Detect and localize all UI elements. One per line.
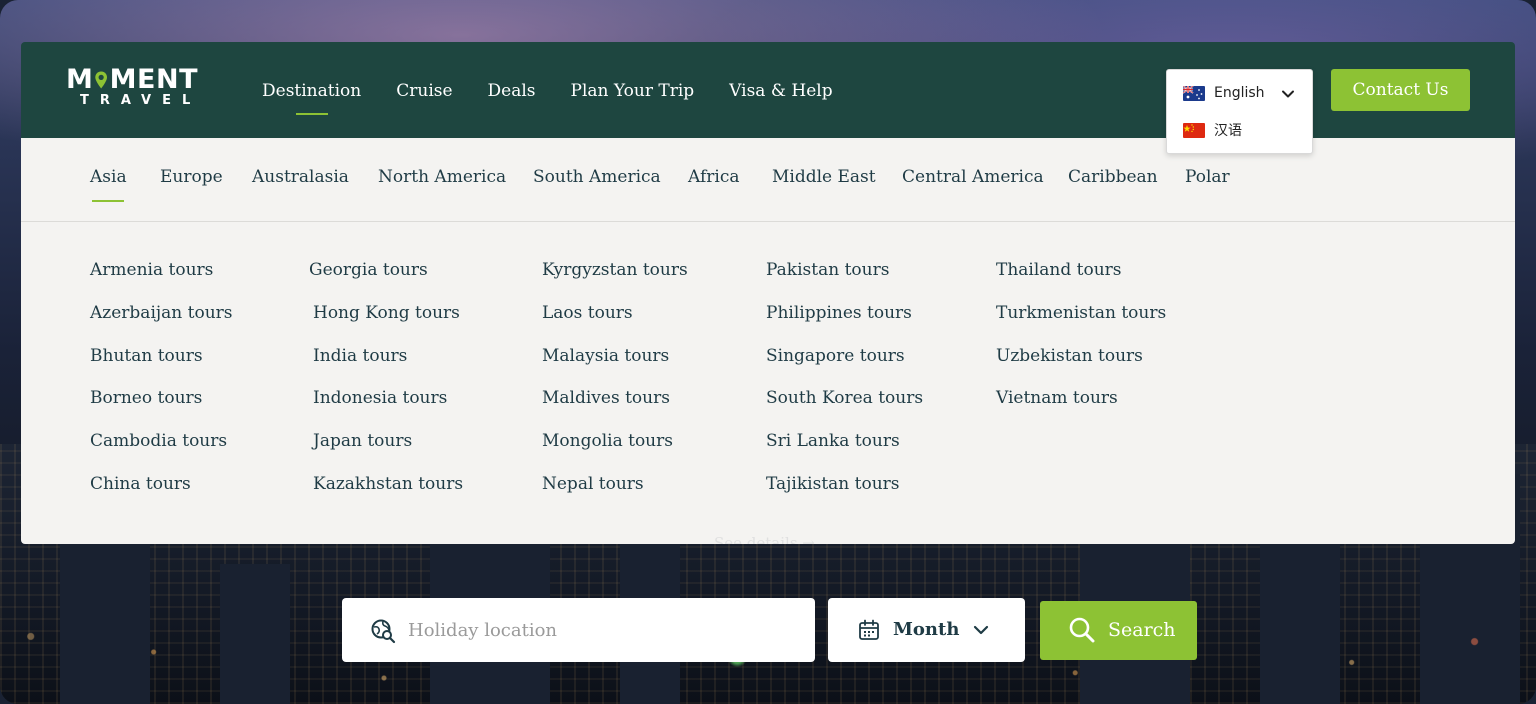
nav-destination[interactable]: Destination bbox=[262, 42, 361, 138]
language-dropdown[interactable]: English 汉语 bbox=[1166, 69, 1313, 154]
tour-link[interactable]: Kyrgyzstan tours bbox=[542, 258, 688, 301]
region-tab-australasia[interactable]: Australasia bbox=[252, 138, 349, 222]
nav-visa-help[interactable]: Visa & Help bbox=[729, 42, 832, 138]
tour-link[interactable]: Philippines tours bbox=[766, 301, 923, 344]
month-select[interactable]: Month bbox=[828, 598, 1025, 662]
tour-link[interactable]: Uzbekistan tours bbox=[996, 344, 1166, 387]
nav-deals[interactable]: Deals bbox=[488, 42, 536, 138]
tour-link[interactable]: Vietnam tours bbox=[996, 386, 1166, 429]
nav-cruise[interactable]: Cruise bbox=[396, 42, 452, 138]
search-button-label: Search bbox=[1108, 619, 1176, 641]
tour-link[interactable]: Turkmenistan tours bbox=[996, 301, 1166, 344]
tour-link[interactable]: Bhutan tours bbox=[90, 344, 233, 387]
language-label-english: English bbox=[1214, 85, 1265, 101]
tour-link[interactable]: Cambodia tours bbox=[90, 429, 233, 472]
search-button[interactable]: Search bbox=[1040, 601, 1197, 660]
australia-flag-icon bbox=[1183, 85, 1205, 101]
tour-column-2: Georgia tours Hong Kong tours India tour… bbox=[309, 258, 463, 515]
region-tab-middle-east[interactable]: Middle East bbox=[772, 138, 876, 222]
map-pin-icon bbox=[95, 71, 108, 89]
region-tab-caribbean[interactable]: Caribbean bbox=[1068, 138, 1158, 222]
month-label: Month bbox=[893, 619, 960, 640]
tour-link[interactable]: Singapore tours bbox=[766, 344, 923, 387]
tour-link[interactable]: China tours bbox=[90, 472, 233, 515]
language-option-english[interactable]: English bbox=[1183, 85, 1265, 101]
contact-us-button[interactable]: Contact Us bbox=[1331, 69, 1470, 111]
tour-link[interactable]: Sri Lanka tours bbox=[766, 429, 923, 472]
destination-mega-menu: Asia Europe Australasia North America So… bbox=[21, 138, 1515, 544]
tour-link[interactable]: Azerbaijan tours bbox=[90, 301, 233, 344]
nav-plan-your-trip[interactable]: Plan Your Trip bbox=[571, 42, 695, 138]
chevron-down-icon bbox=[973, 625, 989, 635]
holiday-location-search[interactable] bbox=[342, 598, 815, 662]
tour-link[interactable]: Tajikistan tours bbox=[766, 472, 923, 515]
language-option-chinese[interactable]: 汉语 bbox=[1183, 120, 1242, 140]
search-icon bbox=[1069, 617, 1095, 643]
location-input[interactable] bbox=[408, 598, 788, 662]
chevron-down-icon[interactable] bbox=[1281, 87, 1295, 101]
tour-link[interactable]: Hong Kong tours bbox=[309, 301, 463, 344]
see-details-link[interactable]: See details → bbox=[714, 528, 815, 544]
tour-column-1: Armenia tours Azerbaijan tours Bhutan to… bbox=[90, 258, 233, 515]
tour-link[interactable]: South Korea tours bbox=[766, 386, 923, 429]
tour-link[interactable]: Laos tours bbox=[542, 301, 688, 344]
language-label-chinese: 汉语 bbox=[1214, 123, 1242, 139]
china-flag-icon bbox=[1183, 122, 1205, 138]
region-tab-central-america[interactable]: Central America bbox=[902, 138, 1044, 222]
region-tab-europe[interactable]: Europe bbox=[160, 138, 223, 222]
logo-letter-m: M bbox=[66, 64, 94, 95]
region-tab-south-america[interactable]: South America bbox=[533, 138, 661, 222]
logo-letters-ment: MENT bbox=[109, 64, 198, 95]
region-tab-north-america[interactable]: North America bbox=[378, 138, 506, 222]
tour-column-4: Pakistan tours Philippines tours Singapo… bbox=[766, 258, 923, 515]
region-tab-asia[interactable]: Asia bbox=[90, 138, 127, 222]
moment-travel-logo[interactable]: M MENT TRAVEL bbox=[66, 66, 198, 118]
tour-link[interactable]: Armenia tours bbox=[90, 258, 233, 301]
tour-link[interactable]: Mongolia tours bbox=[542, 429, 688, 472]
tour-link[interactable]: Pakistan tours bbox=[766, 258, 923, 301]
main-nav: Destination Cruise Deals Plan Your Trip … bbox=[262, 42, 868, 138]
tour-column-5: Thailand tours Turkmenistan tours Uzbeki… bbox=[996, 258, 1166, 429]
tour-link[interactable]: Georgia tours bbox=[309, 258, 463, 301]
tour-link[interactable]: Nepal tours bbox=[542, 472, 688, 515]
tour-link[interactable]: Kazakhstan tours bbox=[309, 472, 463, 515]
tour-link[interactable]: Maldives tours bbox=[542, 386, 688, 429]
tour-link[interactable]: Japan tours bbox=[309, 429, 463, 472]
tour-link[interactable]: Borneo tours bbox=[90, 386, 233, 429]
tour-link[interactable]: Indonesia tours bbox=[309, 386, 463, 429]
logo-subtitle: TRAVEL bbox=[80, 93, 202, 108]
tour-link[interactable]: Malaysia tours bbox=[542, 344, 688, 387]
tour-link[interactable]: Thailand tours bbox=[996, 258, 1166, 301]
tour-link[interactable]: India tours bbox=[309, 344, 463, 387]
tour-column-3: Kyrgyzstan tours Laos tours Malaysia tou… bbox=[542, 258, 688, 515]
region-tab-africa[interactable]: Africa bbox=[688, 138, 740, 222]
calendar-icon bbox=[859, 619, 879, 640]
globe-search-icon bbox=[371, 619, 396, 644]
